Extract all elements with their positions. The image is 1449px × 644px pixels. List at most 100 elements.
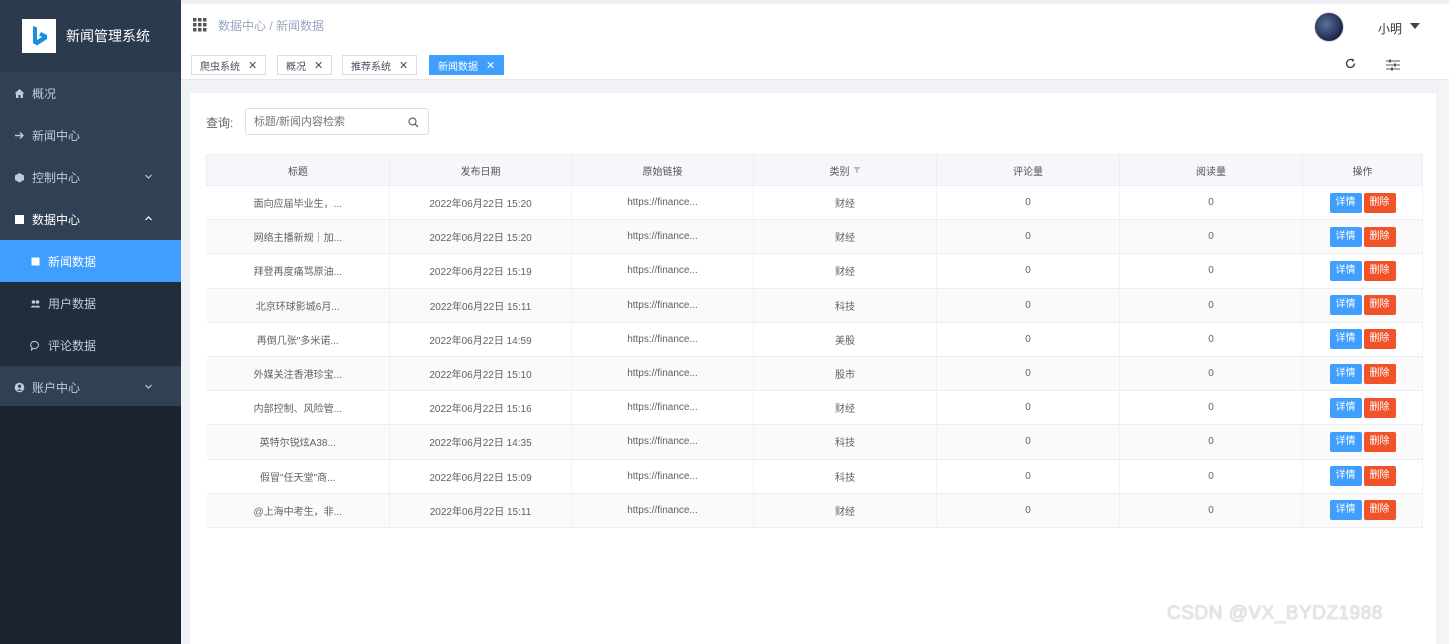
tag-recommend-system[interactable]: 推荐系统 ✕ (342, 55, 418, 75)
cell-link[interactable]: https://finance... (571, 390, 754, 426)
cell-category: 财经 (753, 185, 937, 221)
cell-title: 北京环球影城6月... (206, 288, 390, 323)
search-icon[interactable] (408, 115, 419, 133)
tag-news-data[interactable]: 新闻数据 ✕ (429, 55, 505, 75)
cell-actions: 详情 删除 (1302, 322, 1423, 357)
sidebar-item-news-center[interactable]: 新闻中心 (0, 114, 181, 156)
table-row: 假冒"任天堂"商... 2022年06月22日 15:09 https://fina… (206, 459, 1423, 494)
sidebar-item-news-data[interactable]: 新闻数据 (0, 240, 181, 282)
column-header-category-label: 类别 (829, 166, 850, 178)
caret-down-icon[interactable] (1410, 23, 1420, 29)
cell-title: 网络主播新规｜加... (206, 219, 390, 255)
table-row: 网络主播新规｜加... 2022年06月22日 15:20 https://fina… (206, 219, 1423, 255)
sidebar-item-label: 数据中心 (32, 212, 81, 227)
cell-link[interactable]: https://finance... (571, 219, 754, 255)
news-table: 标题 发布日期 原始链接 类别 评论量 阅读量 操作 面向应届毕业生，... 20… (206, 154, 1423, 528)
breadcrumb[interactable]: 数据中心 / 新闻数据 (218, 17, 324, 34)
table-row: 北京环球影城6月... 2022年06月22日 15:11 https://fina… (206, 288, 1423, 323)
username[interactable]: 小明 (1378, 20, 1402, 37)
delete-button[interactable]: 删除 (1363, 226, 1396, 247)
sidebar-item-overview[interactable]: 概况 (0, 72, 181, 114)
cell-link[interactable]: https://finance... (571, 253, 754, 289)
cell-link[interactable]: https://finance... (571, 288, 754, 323)
cell-category: 财经 (753, 390, 937, 426)
data-center-submenu: 新闻数据 用户数据 评论数据 (0, 240, 181, 366)
table-row: 面向应届毕业生，... 2022年06月22日 15:20 https://fina… (206, 185, 1423, 221)
detail-button[interactable]: 详情 (1329, 363, 1362, 384)
column-header-title: 标题 (206, 154, 390, 186)
search-input[interactable] (245, 108, 429, 135)
refresh-icon[interactable] (1344, 57, 1357, 75)
delete-button[interactable]: 删除 (1363, 363, 1396, 384)
cell-actions: 详情 删除 (1302, 253, 1423, 289)
detail-button[interactable]: 详情 (1329, 500, 1362, 521)
cell-date: 2022年06月22日 15:10 (389, 356, 572, 392)
delete-button[interactable]: 删除 (1363, 260, 1396, 281)
sidebar-item-account-center[interactable]: 账户中心 (0, 366, 181, 408)
cell-category: 财经 (753, 493, 937, 528)
settings-sliders-icon[interactable] (1386, 58, 1400, 76)
cell-link[interactable]: https://finance... (571, 185, 754, 221)
detail-button[interactable]: 详情 (1329, 431, 1362, 452)
cell-actions: 详情 删除 (1302, 493, 1423, 528)
main-content: 查询: 标题 发布日期 原始链接 类别 评论量 阅读量 操作 面向应届毕业生，.… (190, 93, 1436, 644)
cell-date: 2022年06月22日 14:35 (389, 424, 572, 460)
detail-button[interactable]: 详情 (1329, 329, 1362, 350)
detail-button[interactable]: 详情 (1329, 295, 1362, 316)
cell-date: 2022年06月22日 15:09 (389, 459, 572, 494)
delete-button[interactable]: 删除 (1363, 295, 1396, 316)
arrow-right-icon (13, 129, 26, 142)
filter-icon[interactable] (853, 166, 861, 177)
cell-reads: 0 (1119, 493, 1303, 528)
sidebar-item-label: 新闻中心 (32, 128, 81, 143)
tag-overview[interactable]: 概况 ✕ (277, 55, 333, 75)
detail-button[interactable]: 详情 (1329, 466, 1362, 487)
cell-title: 拜登再度痛骂原油... (206, 253, 390, 289)
detail-button[interactable]: 详情 (1329, 226, 1362, 247)
cell-actions: 详情 删除 (1302, 356, 1423, 392)
page-scrollbar[interactable] (1439, 80, 1449, 644)
tag-label: 概况 (286, 61, 306, 73)
delete-button[interactable]: 删除 (1363, 192, 1396, 213)
cell-link[interactable]: https://finance... (571, 424, 754, 460)
cell-comments: 0 (936, 288, 1120, 323)
tags-view: 爬虫系统 ✕ 概况 ✕ 推荐系统 ✕ 新闻数据 ✕ (181, 49, 1449, 80)
sidebar-item-comment-data[interactable]: 评论数据 (0, 324, 181, 366)
cell-link[interactable]: https://finance... (571, 322, 754, 357)
delete-button[interactable]: 删除 (1363, 431, 1396, 452)
cell-actions: 详情 删除 (1302, 288, 1423, 323)
table-row: 拜登再度痛骂原油... 2022年06月22日 15:19 https://fina… (206, 253, 1423, 289)
cell-link[interactable]: https://finance... (571, 493, 754, 528)
sidebar-item-user-data[interactable]: 用户数据 (0, 282, 181, 324)
delete-button[interactable]: 删除 (1363, 329, 1396, 350)
cell-actions: 详情 删除 (1302, 185, 1423, 221)
delete-button[interactable]: 删除 (1363, 397, 1396, 418)
grid-menu-icon[interactable] (193, 18, 207, 37)
chevron-up-icon (144, 212, 153, 226)
sidebar-item-data-center[interactable]: 数据中心 (0, 198, 181, 240)
detail-button[interactable]: 详情 (1329, 260, 1362, 281)
cell-link[interactable]: https://finance... (571, 356, 754, 392)
cell-reads: 0 (1119, 322, 1303, 357)
close-icon[interactable]: ✕ (314, 59, 323, 72)
column-header-category[interactable]: 类别 (753, 154, 937, 186)
cell-date: 2022年06月22日 15:16 (389, 390, 572, 426)
app-title: 新闻管理系统 (66, 28, 150, 44)
chevron-down-icon (144, 170, 153, 184)
detail-button[interactable]: 详情 (1329, 397, 1362, 418)
close-icon[interactable]: ✕ (248, 59, 257, 72)
column-header-comments: 评论量 (936, 154, 1120, 186)
logo-bar: 新闻管理系统 (0, 0, 181, 72)
close-icon[interactable]: ✕ (399, 59, 408, 72)
app-logo-icon (22, 19, 56, 53)
tag-crawler-system[interactable]: 爬虫系统 ✕ (191, 55, 267, 75)
detail-button[interactable]: 详情 (1329, 192, 1362, 213)
delete-button[interactable]: 删除 (1363, 466, 1396, 487)
cell-link[interactable]: https://finance... (571, 459, 754, 494)
cell-title: 假冒"任天堂"商... (206, 459, 390, 494)
sidebar-item-control-center[interactable]: 控制中心 (0, 156, 181, 198)
delete-button[interactable]: 删除 (1363, 500, 1396, 521)
close-icon[interactable]: ✕ (486, 59, 495, 72)
avatar[interactable] (1314, 12, 1344, 42)
cell-reads: 0 (1119, 424, 1303, 460)
